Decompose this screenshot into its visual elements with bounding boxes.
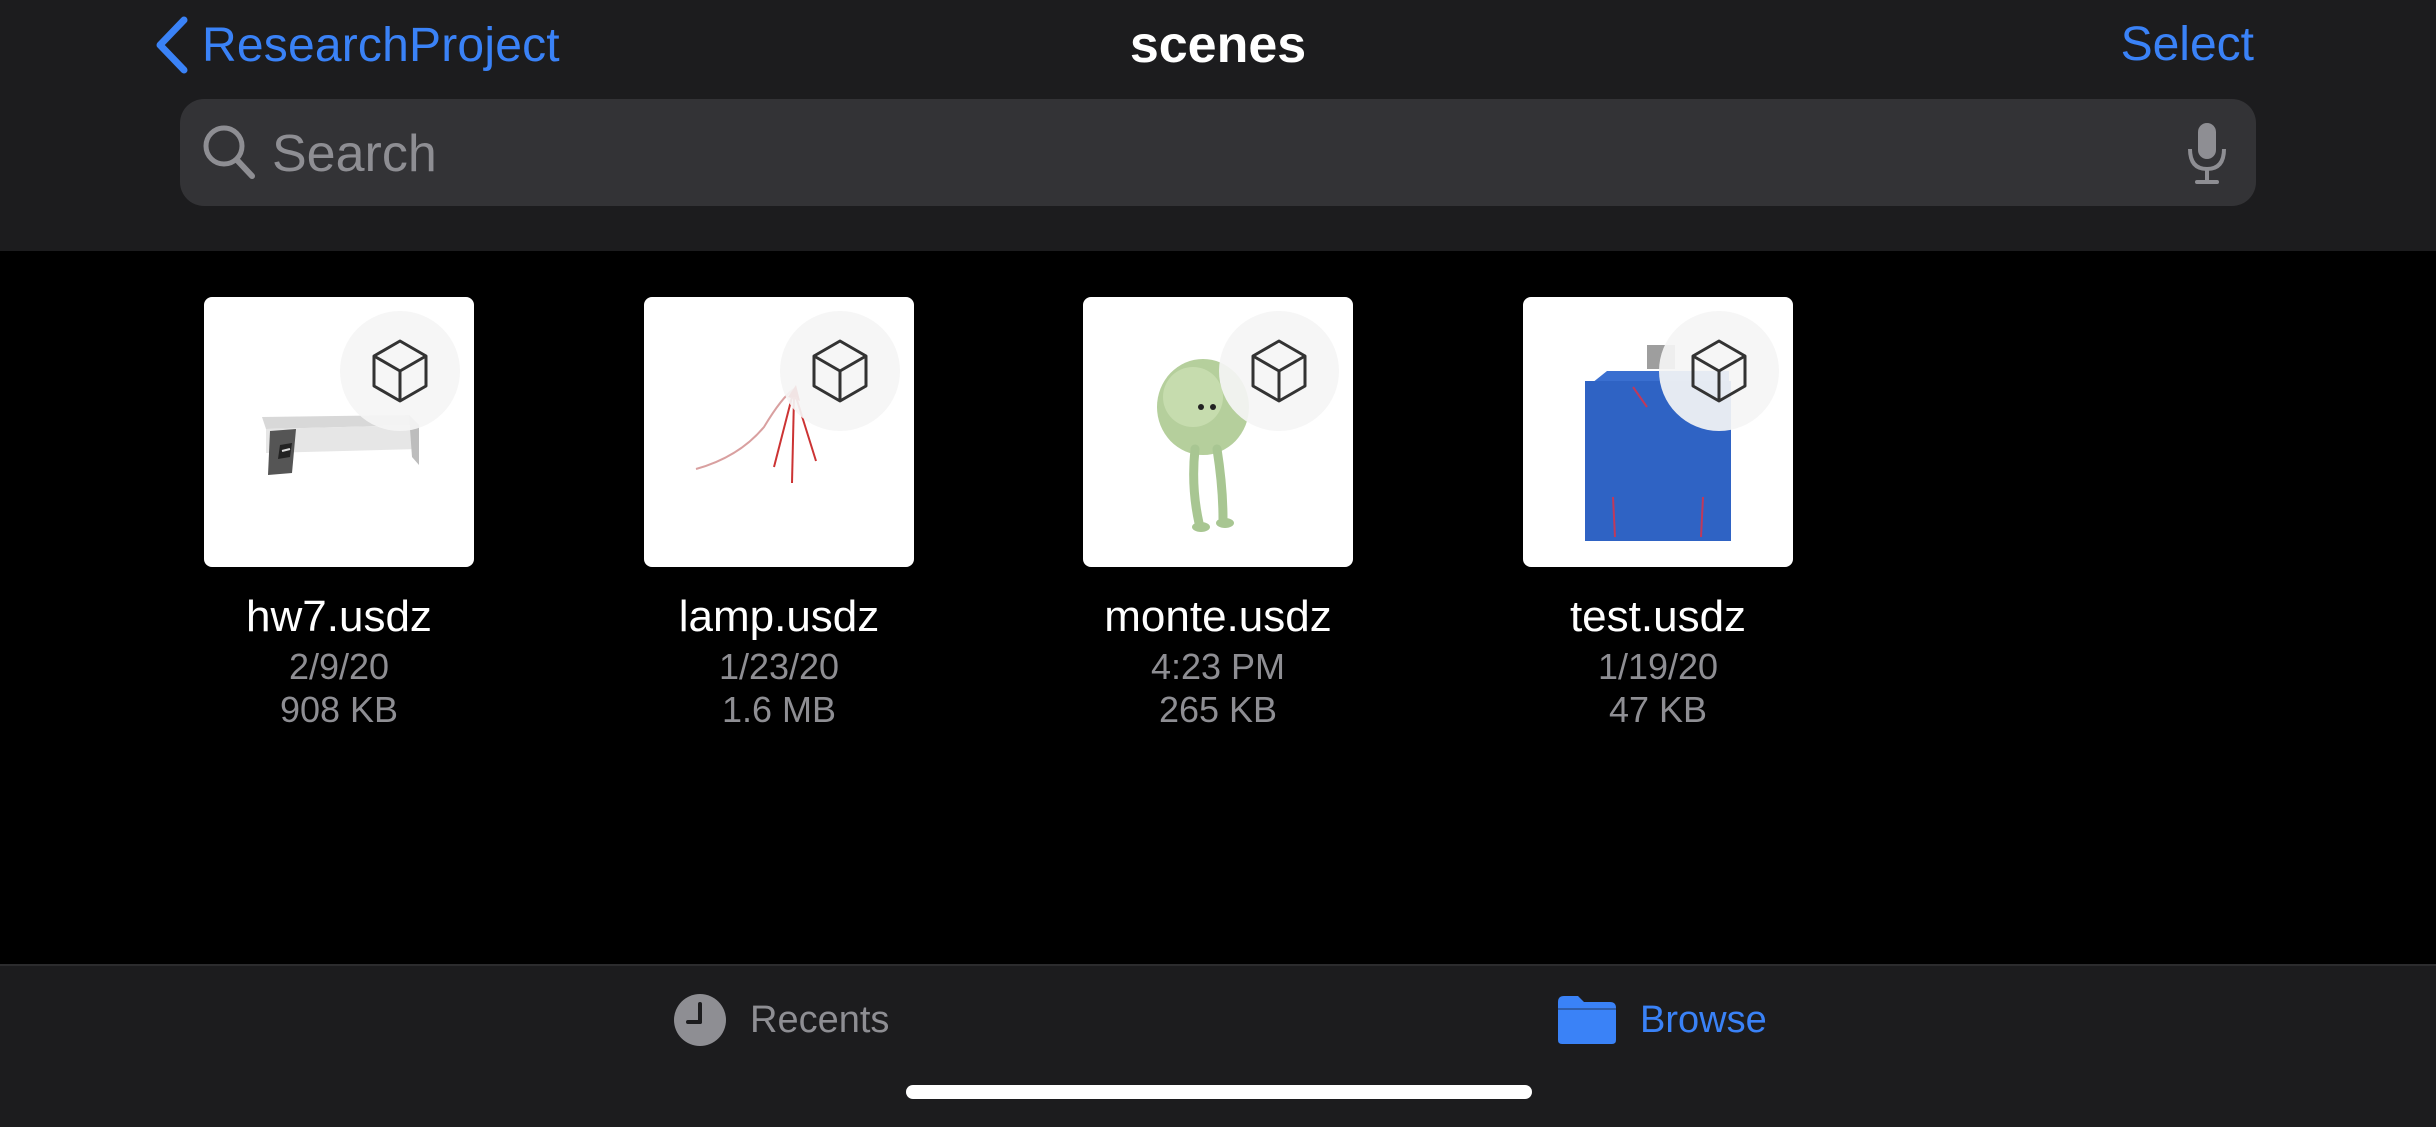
- ar-badge: [780, 311, 900, 431]
- file-date: 2/9/20: [288, 646, 390, 687]
- file-name: lamp.usdz: [678, 592, 880, 641]
- ar-badge: [340, 311, 460, 431]
- file-name: test.usdz: [1569, 592, 1747, 641]
- tab-bar: Recents Browse: [0, 964, 2436, 1127]
- microphone-icon[interactable]: [2186, 121, 2228, 185]
- home-indicator: [906, 1085, 1532, 1099]
- select-button[interactable]: Select: [2121, 14, 2254, 76]
- search-bar[interactable]: [180, 99, 2256, 208]
- file-size: 47 KB: [1608, 689, 1708, 730]
- tab-recents-label: Recents: [750, 998, 890, 1041]
- ar-cube-icon: [1691, 339, 1747, 403]
- file-size: 265 KB: [1158, 689, 1278, 730]
- ar-badge: [1219, 311, 1339, 431]
- tab-recents[interactable]: Recents: [672, 990, 889, 1050]
- file-size: 908 KB: [279, 689, 399, 730]
- file-name: hw7.usdz: [246, 592, 432, 641]
- file-item-hw7[interactable]: hw7.usdz 2/9/20 908 KB: [189, 297, 489, 731]
- file-grid: hw7.usdz 2/9/20 908 KB lamp.usdz 1/23/20…: [0, 251, 2436, 964]
- file-item-lamp[interactable]: lamp.usdz 1/23/20 1.6 MB: [629, 297, 929, 731]
- navigation-header: ResearchProject scenes Select: [0, 0, 2436, 251]
- file-item-monte[interactable]: monte.usdz 4:23 PM 265 KB: [1068, 297, 1368, 731]
- file-date: 1/19/20: [1597, 646, 1719, 687]
- tab-browse[interactable]: Browse: [1556, 990, 1767, 1050]
- file-thumbnail: [644, 297, 914, 567]
- file-thumbnail: [204, 297, 474, 567]
- ar-cube-icon: [812, 339, 868, 403]
- file-date: 4:23 PM: [1150, 646, 1286, 687]
- file-item-test[interactable]: test.usdz 1/19/20 47 KB: [1508, 297, 1808, 731]
- ar-cube-icon: [1251, 339, 1307, 403]
- ar-badge: [1659, 311, 1779, 431]
- file-thumbnail: [1083, 297, 1353, 567]
- page-title: scenes: [1129, 16, 1307, 74]
- file-size: 1.6 MB: [721, 689, 837, 730]
- search-icon: [203, 125, 255, 179]
- clock-icon: [674, 994, 726, 1046]
- search-input[interactable]: [270, 99, 2154, 208]
- folder-icon: [1558, 996, 1616, 1044]
- file-name: monte.usdz: [1104, 592, 1332, 641]
- ar-cube-icon: [372, 339, 428, 403]
- tab-browse-label: Browse: [1640, 998, 1767, 1041]
- file-date: 1/23/20: [718, 646, 840, 687]
- file-thumbnail: [1523, 297, 1793, 567]
